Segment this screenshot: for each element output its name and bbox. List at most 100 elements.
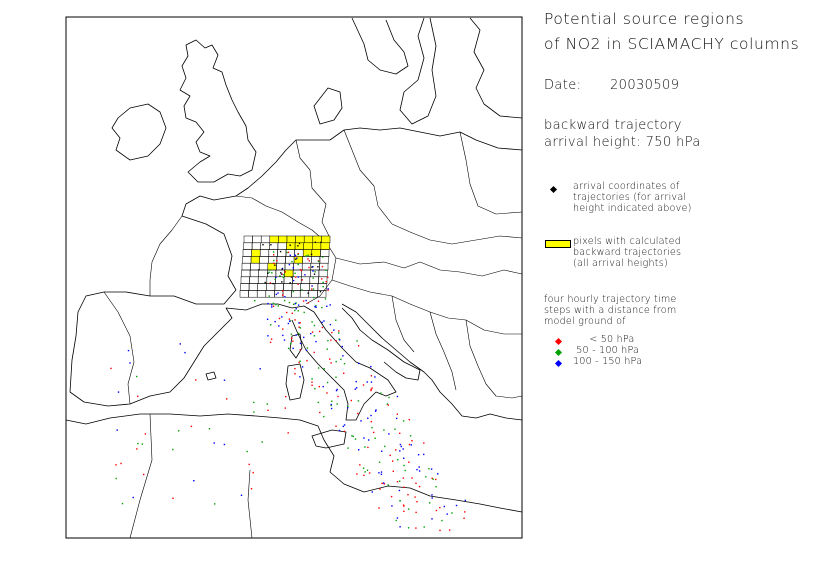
trajectory-point	[327, 276, 329, 279]
trajectory-point	[306, 347, 309, 349]
trajectory-title: backward trajectory	[544, 118, 682, 133]
trajectory-point	[298, 361, 300, 364]
pixels-legend-line-3: (all arrival heights)	[573, 258, 668, 269]
trajectory-point	[297, 263, 299, 266]
trajectory-point	[292, 290, 295, 293]
trajectory-point	[429, 502, 431, 504]
trajectory-point	[269, 282, 272, 284]
trajectory-point	[301, 289, 303, 291]
trajectory-point	[281, 273, 283, 275]
trajectory-point	[337, 395, 339, 398]
trajectory-point	[408, 443, 411, 446]
trajectory-point	[418, 466, 420, 468]
trajectory-point	[411, 440, 413, 442]
trajectory-point	[403, 486, 405, 488]
trajectory-point	[193, 480, 195, 482]
trajectory-point	[341, 345, 343, 348]
trajectory-point	[246, 450, 248, 453]
trajectory-point	[289, 320, 291, 322]
trajectory-point	[425, 476, 427, 478]
trajectory-point	[319, 291, 322, 293]
trajectory-point	[415, 511, 417, 514]
trajectory-point	[342, 425, 344, 428]
trajectory-point	[415, 527, 417, 529]
grid-pixel	[320, 242, 330, 250]
trajectory-point	[184, 351, 186, 354]
trajectory-point	[324, 298, 327, 300]
trajectory-point	[297, 245, 299, 247]
trajectory-point	[356, 473, 358, 475]
trajectory-point	[448, 529, 451, 531]
trajectory-point	[335, 360, 337, 363]
trajectory-point	[357, 400, 360, 402]
trajectory-point	[331, 400, 333, 402]
arrival-legend-line-2: trajectories (for arrival	[573, 192, 687, 203]
trajectory-point	[364, 471, 366, 473]
trajectory-point	[325, 269, 327, 271]
trajectory-point	[356, 340, 358, 342]
trajectory-point	[275, 293, 277, 296]
trajectory-point	[305, 349, 308, 351]
trajectory-point	[282, 294, 284, 296]
trajectory-point	[397, 459, 399, 461]
trajectory-point	[288, 263, 291, 266]
trajectory-point	[281, 316, 283, 318]
trajectory-point	[396, 517, 399, 519]
trajectory-point	[360, 420, 362, 422]
trajectory-point	[327, 340, 329, 342]
trajectory-point	[409, 435, 412, 437]
trajectory-point	[269, 341, 272, 344]
trajectory-point	[432, 478, 434, 480]
trajectory-point	[261, 441, 263, 443]
trajectory-point	[431, 497, 433, 499]
trajectory-point	[354, 438, 357, 440]
trajectory-point	[319, 330, 321, 333]
trajectory-point	[305, 299, 307, 302]
trajectory-point	[287, 432, 289, 434]
trajectory-point	[179, 343, 181, 345]
trajectory-point	[172, 448, 174, 451]
trajectory-point	[312, 288, 315, 290]
trajectory-point	[307, 254, 309, 256]
trajectory-point	[294, 319, 296, 321]
trajectory-point	[278, 325, 280, 327]
trajectory-point	[378, 507, 380, 509]
trajectory-point	[408, 418, 410, 421]
trajectory-point	[407, 494, 409, 496]
trajectory-point	[423, 442, 425, 444]
trajectory-point	[294, 373, 296, 375]
pixels-legend-line-2: backward trajectories	[573, 247, 682, 258]
trajectory-point	[374, 410, 377, 412]
trajectory-point	[272, 302, 275, 305]
trajectory-point	[382, 482, 385, 484]
trajectory-point	[446, 513, 448, 515]
trajectory-point	[435, 478, 437, 481]
trajectory-point	[363, 437, 365, 439]
trajectory-point	[411, 477, 413, 479]
trajectory-point	[292, 340, 294, 342]
trajectory-point	[284, 296, 286, 298]
trajectory-point	[378, 472, 380, 474]
trajectory-point	[431, 494, 433, 496]
trajectory-point	[317, 401, 319, 404]
trajectory-point	[273, 254, 275, 256]
grid-pixel	[321, 235, 331, 244]
trajectory-point	[331, 331, 333, 334]
trajectory-point	[441, 519, 443, 522]
trajectory-point	[321, 321, 323, 324]
trajectory-point	[343, 363, 346, 365]
trajectory-point	[394, 428, 396, 430]
trajectory-point	[223, 379, 226, 381]
trajectory-point	[342, 355, 344, 357]
trajectory-point	[273, 262, 275, 264]
trajectory-point	[398, 489, 401, 492]
trajectory-point	[330, 407, 333, 410]
trajectory-point	[357, 345, 360, 347]
trajectory-point	[117, 391, 120, 393]
trajectory-point	[403, 457, 405, 459]
trajectory-point	[282, 334, 284, 337]
trajectory-point	[258, 269, 260, 271]
trajectory-point	[435, 486, 437, 488]
trajectory-point	[335, 340, 337, 342]
trajectory-point	[314, 271, 316, 273]
